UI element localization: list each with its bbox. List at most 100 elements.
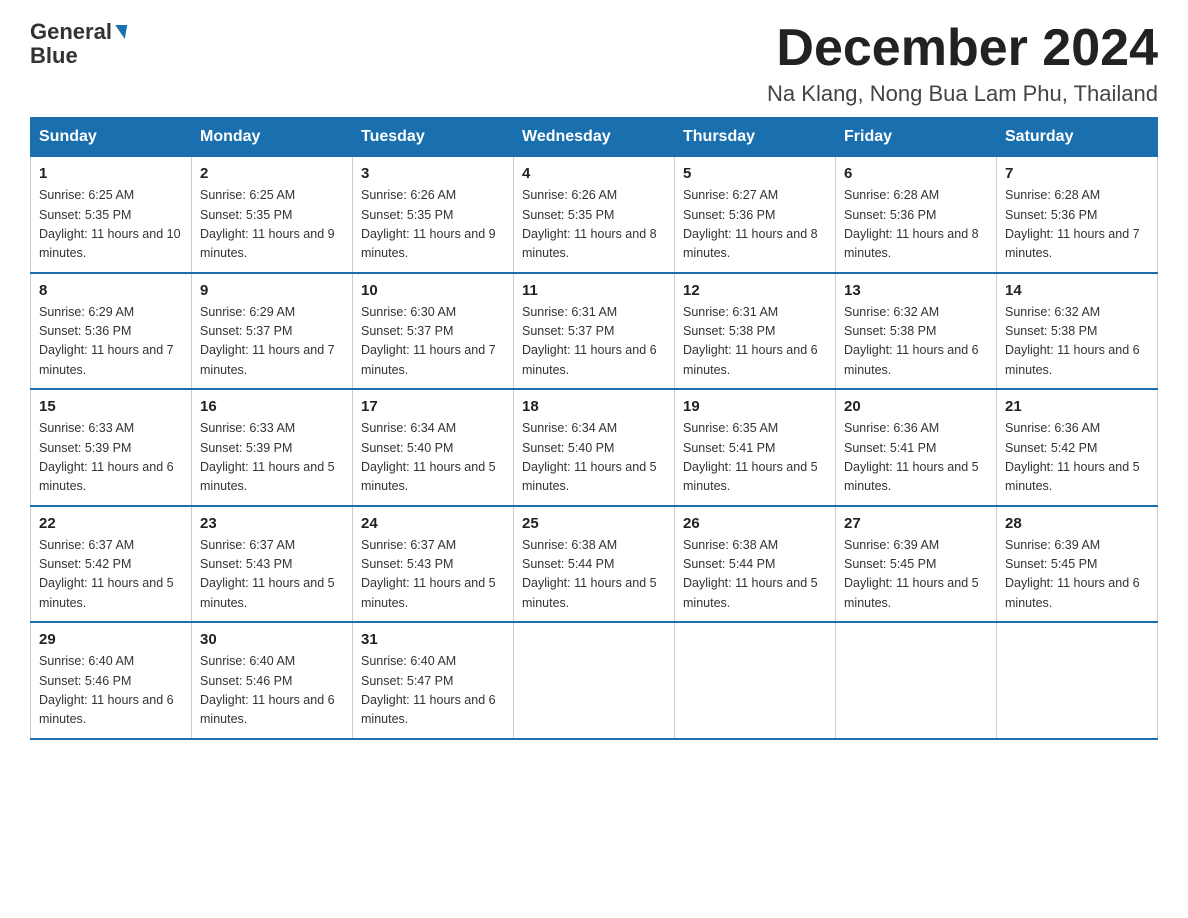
day-info: Sunrise: 6:37 AM Sunset: 5:42 PM Dayligh… xyxy=(39,536,183,614)
day-number: 2 xyxy=(200,165,344,182)
day-number: 20 xyxy=(844,398,988,415)
day-info: Sunrise: 6:31 AM Sunset: 5:38 PM Dayligh… xyxy=(683,303,827,381)
calendar-day-cell: 31 Sunrise: 6:40 AM Sunset: 5:47 PM Dayl… xyxy=(353,622,514,739)
day-info: Sunrise: 6:25 AM Sunset: 5:35 PM Dayligh… xyxy=(39,186,183,264)
day-info: Sunrise: 6:25 AM Sunset: 5:35 PM Dayligh… xyxy=(200,186,344,264)
day-number: 21 xyxy=(1005,398,1149,415)
day-number: 17 xyxy=(361,398,505,415)
day-info: Sunrise: 6:36 AM Sunset: 5:42 PM Dayligh… xyxy=(1005,419,1149,497)
day-info: Sunrise: 6:33 AM Sunset: 5:39 PM Dayligh… xyxy=(39,419,183,497)
day-number: 15 xyxy=(39,398,183,415)
calendar-day-cell: 8 Sunrise: 6:29 AM Sunset: 5:36 PM Dayli… xyxy=(31,273,192,390)
calendar-day-cell: 16 Sunrise: 6:33 AM Sunset: 5:39 PM Dayl… xyxy=(192,389,353,506)
day-number: 1 xyxy=(39,165,183,182)
calendar-day-cell: 11 Sunrise: 6:31 AM Sunset: 5:37 PM Dayl… xyxy=(514,273,675,390)
day-header-sunday: Sunday xyxy=(31,118,192,157)
calendar-day-cell xyxy=(675,622,836,739)
calendar-week-row: 1 Sunrise: 6:25 AM Sunset: 5:35 PM Dayli… xyxy=(31,157,1158,273)
day-info: Sunrise: 6:32 AM Sunset: 5:38 PM Dayligh… xyxy=(1005,303,1149,381)
calendar-day-cell: 24 Sunrise: 6:37 AM Sunset: 5:43 PM Dayl… xyxy=(353,506,514,623)
calendar-day-cell: 19 Sunrise: 6:35 AM Sunset: 5:41 PM Dayl… xyxy=(675,389,836,506)
day-info: Sunrise: 6:28 AM Sunset: 5:36 PM Dayligh… xyxy=(1005,186,1149,264)
day-info: Sunrise: 6:26 AM Sunset: 5:35 PM Dayligh… xyxy=(361,186,505,264)
days-header-row: SundayMondayTuesdayWednesdayThursdayFrid… xyxy=(31,118,1158,157)
day-info: Sunrise: 6:36 AM Sunset: 5:41 PM Dayligh… xyxy=(844,419,988,497)
title-block: December 2024 Na Klang, Nong Bua Lam Phu… xyxy=(767,20,1158,107)
calendar-day-cell: 29 Sunrise: 6:40 AM Sunset: 5:46 PM Dayl… xyxy=(31,622,192,739)
day-number: 29 xyxy=(39,631,183,648)
day-number: 6 xyxy=(844,165,988,182)
day-number: 18 xyxy=(522,398,666,415)
day-number: 27 xyxy=(844,515,988,532)
day-number: 14 xyxy=(1005,282,1149,299)
calendar-table: SundayMondayTuesdayWednesdayThursdayFrid… xyxy=(30,117,1158,740)
day-header-tuesday: Tuesday xyxy=(353,118,514,157)
day-info: Sunrise: 6:30 AM Sunset: 5:37 PM Dayligh… xyxy=(361,303,505,381)
calendar-week-row: 29 Sunrise: 6:40 AM Sunset: 5:46 PM Dayl… xyxy=(31,622,1158,739)
day-info: Sunrise: 6:38 AM Sunset: 5:44 PM Dayligh… xyxy=(683,536,827,614)
day-number: 5 xyxy=(683,165,827,182)
calendar-day-cell: 4 Sunrise: 6:26 AM Sunset: 5:35 PM Dayli… xyxy=(514,157,675,273)
day-info: Sunrise: 6:35 AM Sunset: 5:41 PM Dayligh… xyxy=(683,419,827,497)
day-info: Sunrise: 6:27 AM Sunset: 5:36 PM Dayligh… xyxy=(683,186,827,264)
calendar-day-cell: 22 Sunrise: 6:37 AM Sunset: 5:42 PM Dayl… xyxy=(31,506,192,623)
calendar-day-cell: 13 Sunrise: 6:32 AM Sunset: 5:38 PM Dayl… xyxy=(836,273,997,390)
day-info: Sunrise: 6:31 AM Sunset: 5:37 PM Dayligh… xyxy=(522,303,666,381)
calendar-week-row: 22 Sunrise: 6:37 AM Sunset: 5:42 PM Dayl… xyxy=(31,506,1158,623)
day-info: Sunrise: 6:33 AM Sunset: 5:39 PM Dayligh… xyxy=(200,419,344,497)
day-number: 10 xyxy=(361,282,505,299)
day-info: Sunrise: 6:38 AM Sunset: 5:44 PM Dayligh… xyxy=(522,536,666,614)
calendar-day-cell: 23 Sunrise: 6:37 AM Sunset: 5:43 PM Dayl… xyxy=(192,506,353,623)
day-number: 11 xyxy=(522,282,666,299)
calendar-day-cell: 3 Sunrise: 6:26 AM Sunset: 5:35 PM Dayli… xyxy=(353,157,514,273)
calendar-day-cell: 17 Sunrise: 6:34 AM Sunset: 5:40 PM Dayl… xyxy=(353,389,514,506)
day-info: Sunrise: 6:40 AM Sunset: 5:47 PM Dayligh… xyxy=(361,652,505,730)
logo-blue: Blue xyxy=(30,44,78,68)
day-number: 13 xyxy=(844,282,988,299)
day-number: 12 xyxy=(683,282,827,299)
day-number: 3 xyxy=(361,165,505,182)
calendar-day-cell: 5 Sunrise: 6:27 AM Sunset: 5:36 PM Dayli… xyxy=(675,157,836,273)
day-number: 9 xyxy=(200,282,344,299)
day-header-wednesday: Wednesday xyxy=(514,118,675,157)
day-header-monday: Monday xyxy=(192,118,353,157)
calendar-day-cell: 26 Sunrise: 6:38 AM Sunset: 5:44 PM Dayl… xyxy=(675,506,836,623)
day-number: 22 xyxy=(39,515,183,532)
day-number: 30 xyxy=(200,631,344,648)
day-info: Sunrise: 6:39 AM Sunset: 5:45 PM Dayligh… xyxy=(844,536,988,614)
day-number: 28 xyxy=(1005,515,1149,532)
calendar-day-cell: 20 Sunrise: 6:36 AM Sunset: 5:41 PM Dayl… xyxy=(836,389,997,506)
day-info: Sunrise: 6:39 AM Sunset: 5:45 PM Dayligh… xyxy=(1005,536,1149,614)
day-info: Sunrise: 6:40 AM Sunset: 5:46 PM Dayligh… xyxy=(39,652,183,730)
calendar-day-cell: 27 Sunrise: 6:39 AM Sunset: 5:45 PM Dayl… xyxy=(836,506,997,623)
logo-arrow-icon xyxy=(113,25,127,39)
calendar-day-cell: 7 Sunrise: 6:28 AM Sunset: 5:36 PM Dayli… xyxy=(997,157,1158,273)
day-info: Sunrise: 6:26 AM Sunset: 5:35 PM Dayligh… xyxy=(522,186,666,264)
day-number: 8 xyxy=(39,282,183,299)
location-subtitle: Na Klang, Nong Bua Lam Phu, Thailand xyxy=(767,81,1158,107)
calendar-day-cell: 12 Sunrise: 6:31 AM Sunset: 5:38 PM Dayl… xyxy=(675,273,836,390)
day-info: Sunrise: 6:34 AM Sunset: 5:40 PM Dayligh… xyxy=(522,419,666,497)
day-header-saturday: Saturday xyxy=(997,118,1158,157)
calendar-day-cell: 10 Sunrise: 6:30 AM Sunset: 5:37 PM Dayl… xyxy=(353,273,514,390)
day-number: 25 xyxy=(522,515,666,532)
day-header-friday: Friday xyxy=(836,118,997,157)
calendar-day-cell: 2 Sunrise: 6:25 AM Sunset: 5:35 PM Dayli… xyxy=(192,157,353,273)
page-header: General Blue December 2024 Na Klang, Non… xyxy=(30,20,1158,107)
month-year-title: December 2024 xyxy=(767,20,1158,77)
day-number: 7 xyxy=(1005,165,1149,182)
day-info: Sunrise: 6:32 AM Sunset: 5:38 PM Dayligh… xyxy=(844,303,988,381)
day-number: 31 xyxy=(361,631,505,648)
day-number: 23 xyxy=(200,515,344,532)
day-info: Sunrise: 6:29 AM Sunset: 5:36 PM Dayligh… xyxy=(39,303,183,381)
calendar-day-cell: 25 Sunrise: 6:38 AM Sunset: 5:44 PM Dayl… xyxy=(514,506,675,623)
calendar-day-cell: 28 Sunrise: 6:39 AM Sunset: 5:45 PM Dayl… xyxy=(997,506,1158,623)
calendar-day-cell: 15 Sunrise: 6:33 AM Sunset: 5:39 PM Dayl… xyxy=(31,389,192,506)
calendar-week-row: 15 Sunrise: 6:33 AM Sunset: 5:39 PM Dayl… xyxy=(31,389,1158,506)
day-info: Sunrise: 6:37 AM Sunset: 5:43 PM Dayligh… xyxy=(361,536,505,614)
day-info: Sunrise: 6:34 AM Sunset: 5:40 PM Dayligh… xyxy=(361,419,505,497)
calendar-day-cell: 1 Sunrise: 6:25 AM Sunset: 5:35 PM Dayli… xyxy=(31,157,192,273)
logo-general: General xyxy=(30,20,112,44)
calendar-day-cell: 18 Sunrise: 6:34 AM Sunset: 5:40 PM Dayl… xyxy=(514,389,675,506)
calendar-week-row: 8 Sunrise: 6:29 AM Sunset: 5:36 PM Dayli… xyxy=(31,273,1158,390)
